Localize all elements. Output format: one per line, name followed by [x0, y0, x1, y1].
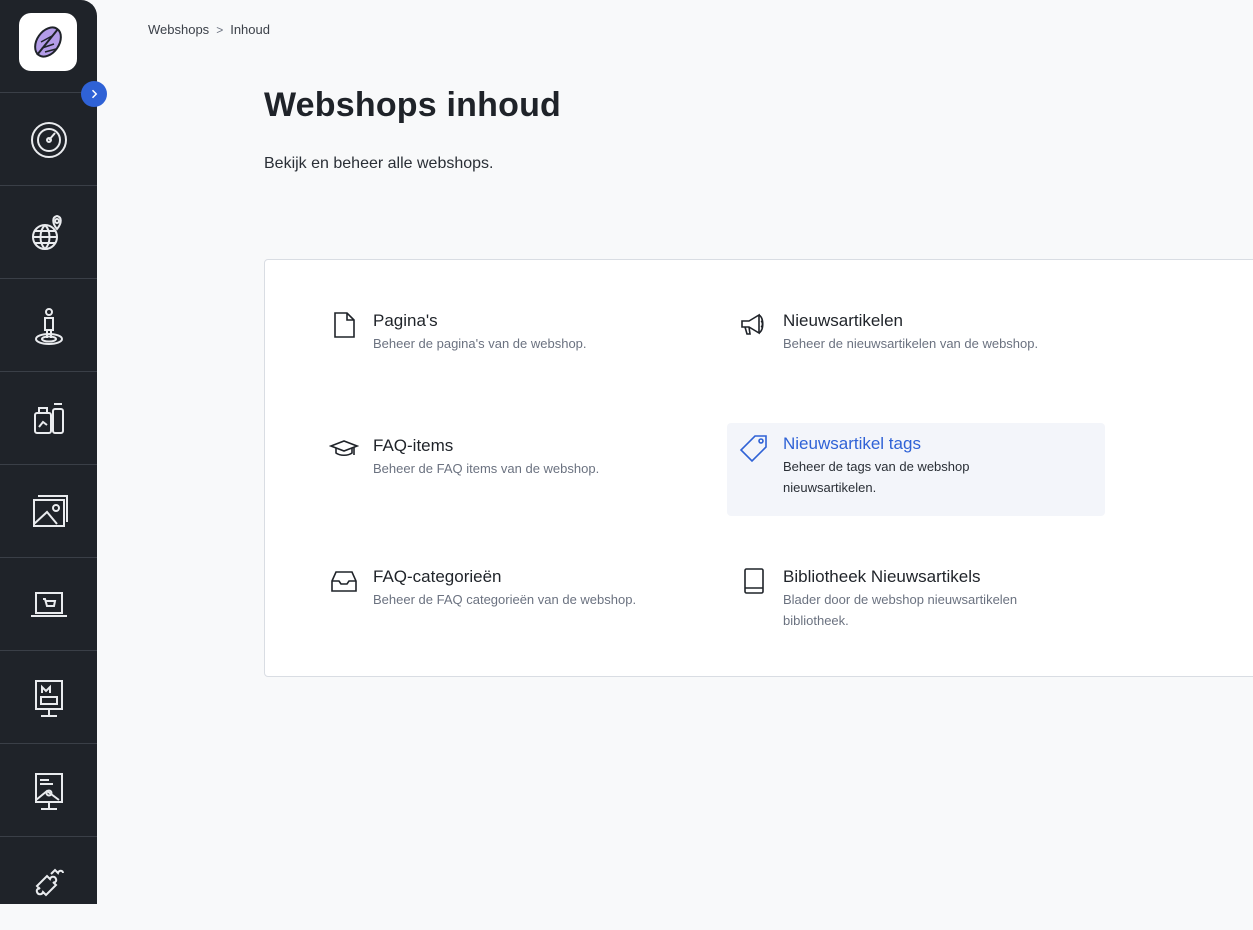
dashboard-icon: [30, 121, 67, 158]
sidebar-item-shop[interactable]: [0, 557, 97, 651]
item-title: Pagina's: [373, 311, 438, 330]
sidebar: [0, 0, 97, 904]
item-description-line2: bibliotheek.: [783, 613, 849, 628]
item-description: Beheer de FAQ items van de webshop.: [373, 461, 600, 476]
item-description: Beheer de nieuwsartikelen van de webshop…: [783, 336, 1039, 351]
breadcrumb-webshops-link[interactable]: Webshops: [148, 22, 209, 37]
sidebar-item-globe[interactable]: [0, 185, 97, 279]
page-title: Webshops inhoud: [264, 86, 562, 124]
content-item-paginas[interactable]: Pagina's Beheer de pagina's van de websh…: [317, 300, 695, 364]
item-title: FAQ-categorieën: [373, 567, 502, 586]
sidebar-item-products[interactable]: [0, 371, 97, 465]
content-item-bibliotheek[interactable]: Bibliotheek Nieuwsartikels Blader door d…: [727, 556, 1105, 641]
breadcrumb: Webshops > Inhoud: [148, 22, 270, 37]
products-icon: [33, 402, 64, 434]
tag-icon: [739, 433, 769, 463]
chevron-right-icon: [91, 89, 98, 99]
megaphone-icon: [739, 310, 769, 340]
item-description: Beheer de FAQ categorieën van de webshop…: [373, 592, 637, 607]
sidebar-item-dashboard[interactable]: [0, 92, 97, 186]
item-title: Nieuwsartikelen: [783, 311, 903, 330]
presentation-icon: [34, 772, 63, 810]
item-title: Bibliotheek Nieuwsartikels: [783, 567, 981, 586]
breadcrumb-separator: >: [216, 22, 224, 37]
item-title: FAQ-items: [373, 436, 454, 455]
page-subtitle: Bekijk en beheer alle webshops.: [264, 155, 494, 172]
sidebar-item-plugins[interactable]: [0, 836, 97, 930]
monitor-media-icon: [34, 679, 63, 717]
graduation-cap-icon: [328, 435, 360, 465]
book-icon: [739, 566, 769, 596]
app-logo[interactable]: [19, 13, 77, 71]
content-item-nieuwsartikel-tags[interactable]: Nieuwsartikel tags Beheer de tags van de…: [727, 423, 1105, 516]
item-title: Nieuwsartikel tags: [783, 434, 921, 453]
item-description-line2: nieuwsartikelen.: [783, 480, 877, 495]
breadcrumb-current: Inhoud: [230, 22, 270, 37]
content-item-faq-categorieen[interactable]: FAQ-categorieën Beheer de FAQ categorieë…: [317, 556, 695, 620]
sidebar-expand-button[interactable]: [81, 81, 107, 107]
puzzle-icon: [35, 868, 64, 896]
laptop-cart-icon: [30, 591, 67, 617]
item-description-line1: Blader door de webshop nieuwsartikelen: [783, 592, 1018, 607]
sidebar-item-person[interactable]: [0, 278, 97, 372]
globe-location-icon: [31, 214, 62, 250]
person-location-icon: [34, 307, 63, 345]
content-item-nieuwsartikelen[interactable]: Nieuwsartikelen Beheer de nieuwsartikele…: [727, 300, 1105, 364]
sidebar-item-monitor[interactable]: [0, 650, 97, 744]
inbox-icon: [329, 566, 359, 596]
sidebar-item-images[interactable]: [0, 464, 97, 558]
leaf-logo-icon: [34, 26, 62, 58]
sidebar-item-presentation[interactable]: [0, 743, 97, 837]
page-icon: [329, 310, 359, 340]
item-description-line1: Beheer de tags van de webshop: [783, 459, 970, 474]
image-gallery-icon: [32, 494, 68, 527]
content-item-faq-items[interactable]: FAQ-items Beheer de FAQ items van de web…: [317, 425, 695, 489]
item-description: Beheer de pagina's van de webshop.: [373, 336, 587, 351]
content-card: Pagina's Beheer de pagina's van de websh…: [264, 259, 1253, 677]
